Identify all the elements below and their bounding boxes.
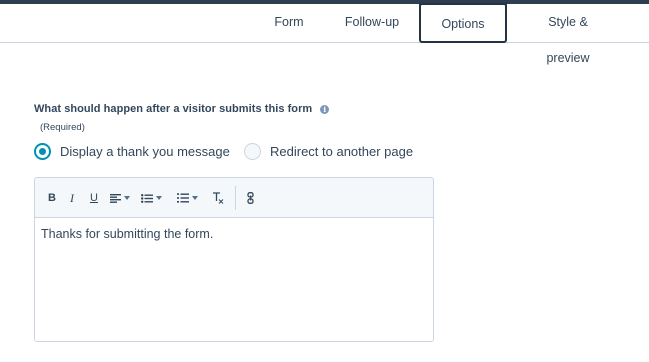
- info-icon[interactable]: i: [320, 104, 330, 114]
- numbered-list-icon: [177, 193, 189, 203]
- chevron-down-icon: [124, 196, 130, 200]
- tab-bar: Form Follow-up Options Style & preview: [0, 3, 649, 65]
- option-label: Display a thank you message: [60, 143, 230, 159]
- tab-follow-up[interactable]: Follow-up: [343, 4, 401, 42]
- editor-content[interactable]: Thanks for submitting the form.: [35, 218, 433, 342]
- editor-toolbar: B I U: [35, 178, 433, 218]
- option-redirect[interactable]: Redirect to another page: [244, 142, 413, 160]
- rich-text-editor: B I U Thanks for submitting the form.: [34, 177, 434, 342]
- radio-redirect[interactable]: [244, 142, 261, 160]
- align-left-icon: [110, 193, 121, 203]
- submit-action-question: What should happen after a visitor submi…: [34, 103, 330, 115]
- link-button[interactable]: [247, 178, 254, 218]
- tab-form[interactable]: Form: [272, 4, 306, 42]
- radio-thank-you-message[interactable]: [34, 142, 51, 160]
- italic-button[interactable]: I: [70, 178, 74, 218]
- required-label: (Required): [40, 122, 85, 133]
- bold-button[interactable]: B: [48, 178, 56, 218]
- tab-options[interactable]: Options: [419, 3, 507, 43]
- clear-formatting-button[interactable]: [212, 178, 224, 218]
- bullet-list-dropdown[interactable]: [141, 178, 162, 218]
- toolbar-divider: [235, 186, 236, 210]
- link-icon: [247, 192, 254, 204]
- numbered-list-dropdown[interactable]: [177, 178, 198, 218]
- align-dropdown[interactable]: [110, 178, 130, 218]
- chevron-down-icon: [192, 196, 198, 200]
- tab-style-preview[interactable]: Style & preview: [527, 4, 609, 65]
- question-label: What should happen after a visitor submi…: [34, 103, 313, 115]
- underline-button[interactable]: U: [90, 178, 98, 218]
- clear-formatting-icon: [213, 192, 224, 204]
- option-thank-you-message[interactable]: Display a thank you message: [34, 142, 230, 160]
- option-label: Redirect to another page: [270, 143, 414, 159]
- bullet-list-icon: [141, 193, 153, 203]
- chevron-down-icon: [156, 196, 162, 200]
